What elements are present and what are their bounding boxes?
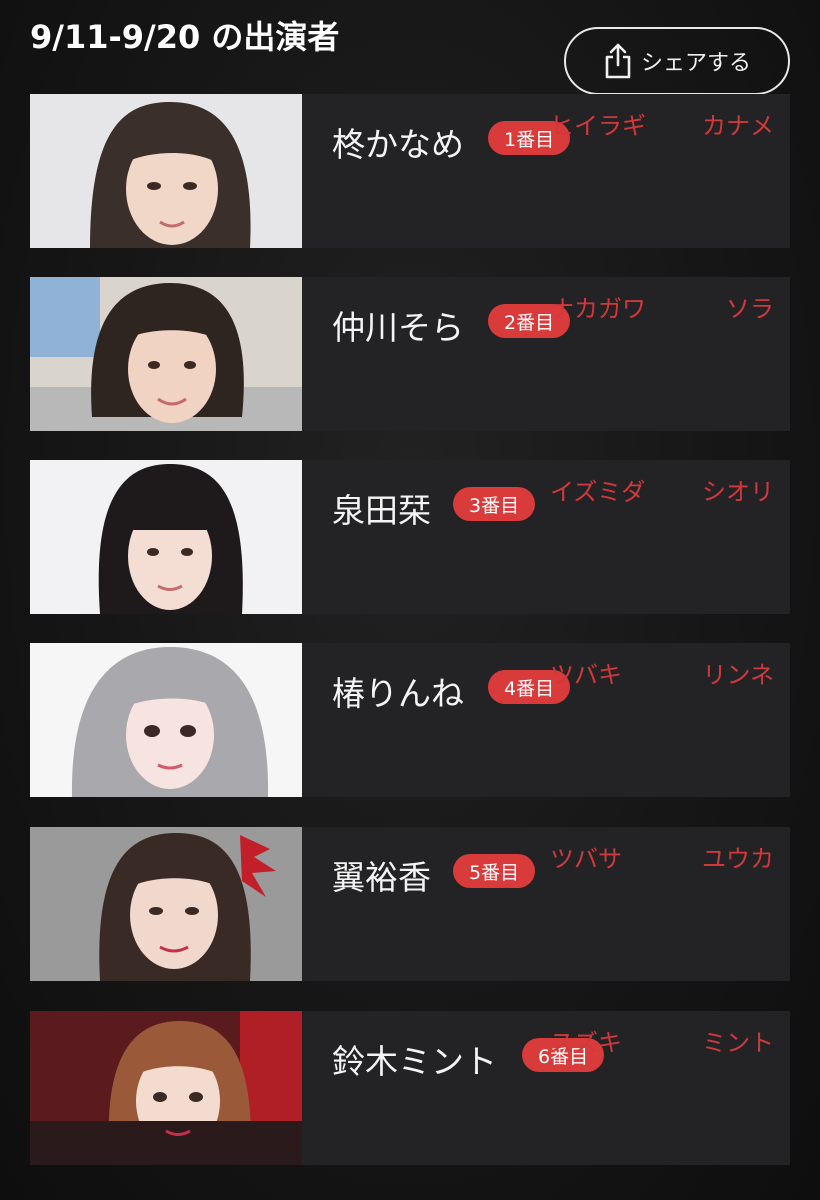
performer-card[interactable]: 椿りんね 4番目 ツバキ リンネ [30, 643, 790, 797]
kana-family: イズミダ [550, 478, 646, 506]
performer-name: 仲川そら [332, 308, 464, 347]
share-icon [603, 43, 633, 79]
performer-kana: ツバキ リンネ [550, 655, 774, 690]
performer-photo [30, 827, 302, 981]
performer-photo [30, 643, 302, 797]
performer-photo [30, 277, 302, 431]
page-title: 9/11-9/20 の出演者 [30, 18, 340, 56]
performer-card[interactable]: 鈴木ミント 6番目 スズキ ミント [30, 1011, 790, 1165]
kana-given: カナメ [702, 112, 774, 140]
kana-family: ツバキ [550, 661, 622, 689]
kana-family: ヒイラギ [550, 112, 646, 140]
performer-kana: スズキ ミント [550, 1023, 774, 1058]
kana-given: リンネ [702, 661, 774, 689]
kana-given: ユウカ [702, 845, 774, 873]
performer-name: 鈴木ミント [332, 1042, 497, 1081]
share-button[interactable]: シェアする [564, 27, 790, 95]
performer-card[interactable]: 柊かなめ 1番目 ヒイラギ カナメ [30, 94, 790, 248]
order-badge: 5番目 [453, 854, 536, 888]
performer-photo [30, 460, 302, 614]
performer-kana: イズミダ シオリ [550, 472, 774, 507]
performer-kana: ヒイラギ カナメ [550, 106, 774, 141]
kana-given: ミント [702, 1029, 774, 1057]
performer-name: 椿りんね [332, 674, 464, 713]
kana-family: ツバサ [550, 845, 622, 873]
performer-card[interactable]: 仲川そら 2番目 ナカガワ ソラ [30, 277, 790, 431]
performer-name: 泉田栞 [332, 491, 431, 530]
performer-photo [30, 94, 302, 248]
performer-kana: ナカガワ ソラ [550, 289, 774, 324]
kana-given: シオリ [702, 478, 774, 506]
share-label: シェアする [640, 51, 751, 76]
performer-page: 9/11-9/20 の出演者 シェアする 柊かなめ 1番目 ヒイラギ カナメ 仲… [0, 0, 820, 1200]
performer-photo [30, 1011, 302, 1165]
kana-family: ナカガワ [550, 295, 646, 323]
performer-name: 翼裕香 [332, 858, 431, 897]
performer-card[interactable]: 翼裕香 5番目 ツバサ ユウカ [30, 827, 790, 981]
order-badge: 3番目 [453, 487, 536, 521]
kana-given: ソラ [726, 295, 774, 323]
kana-family: スズキ [550, 1029, 622, 1057]
performer-kana: ツバサ ユウカ [550, 839, 774, 874]
performer-card[interactable]: 泉田栞 3番目 イズミダ シオリ [30, 460, 790, 614]
performer-name: 柊かなめ [332, 125, 464, 164]
